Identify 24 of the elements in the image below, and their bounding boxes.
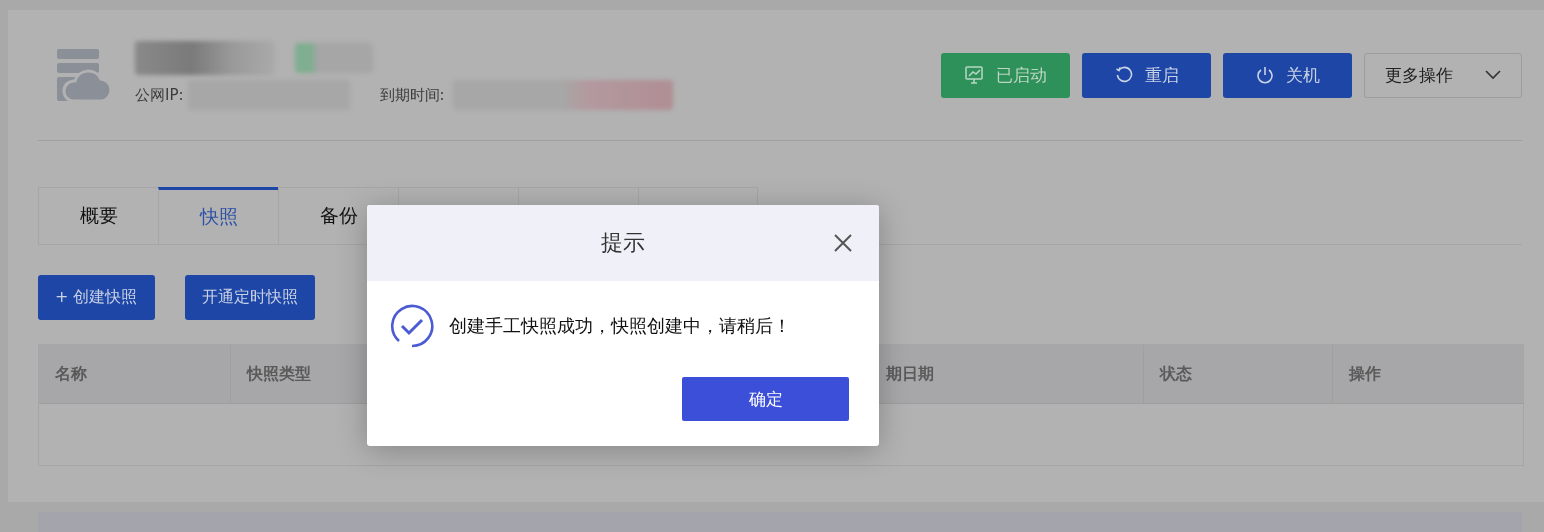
more-actions-dropdown[interactable]: 更多操作 xyxy=(1364,52,1522,98)
column-header: 操作 xyxy=(1349,363,1381,385)
tab[interactable]: 快照 xyxy=(158,187,278,244)
confirm-button[interactable]: 确定 xyxy=(682,377,849,421)
chevron-down-icon xyxy=(1485,70,1501,80)
power-icon xyxy=(1255,66,1274,84)
toolbar-button[interactable]: 开通定时快照 xyxy=(184,275,315,320)
close-icon[interactable] xyxy=(833,233,853,253)
column-header: 名称 xyxy=(55,363,87,385)
tab[interactable]: 概要 xyxy=(38,187,158,244)
column-header: 状态 xyxy=(1160,363,1192,385)
expiry-label: 到期时间: xyxy=(379,85,445,105)
toolbar-button[interactable]: + 创建快照 xyxy=(38,275,155,320)
column-header: 期日期 xyxy=(886,363,934,385)
restart-icon xyxy=(1114,66,1133,84)
dialog-title: 提示 xyxy=(601,229,645,257)
column-header: 快照类型 xyxy=(247,363,311,385)
check-circle-icon xyxy=(389,303,435,349)
power-button[interactable]: 关机 xyxy=(1223,52,1352,98)
ip-label: 公网IP: xyxy=(135,85,184,105)
server-cloud-icon xyxy=(55,47,113,103)
monitor-icon xyxy=(964,65,984,85)
restart-button[interactable]: 重启 xyxy=(1082,52,1211,98)
dialog-message: 创建手工快照成功，快照创建中，请稍后！ xyxy=(449,314,791,338)
